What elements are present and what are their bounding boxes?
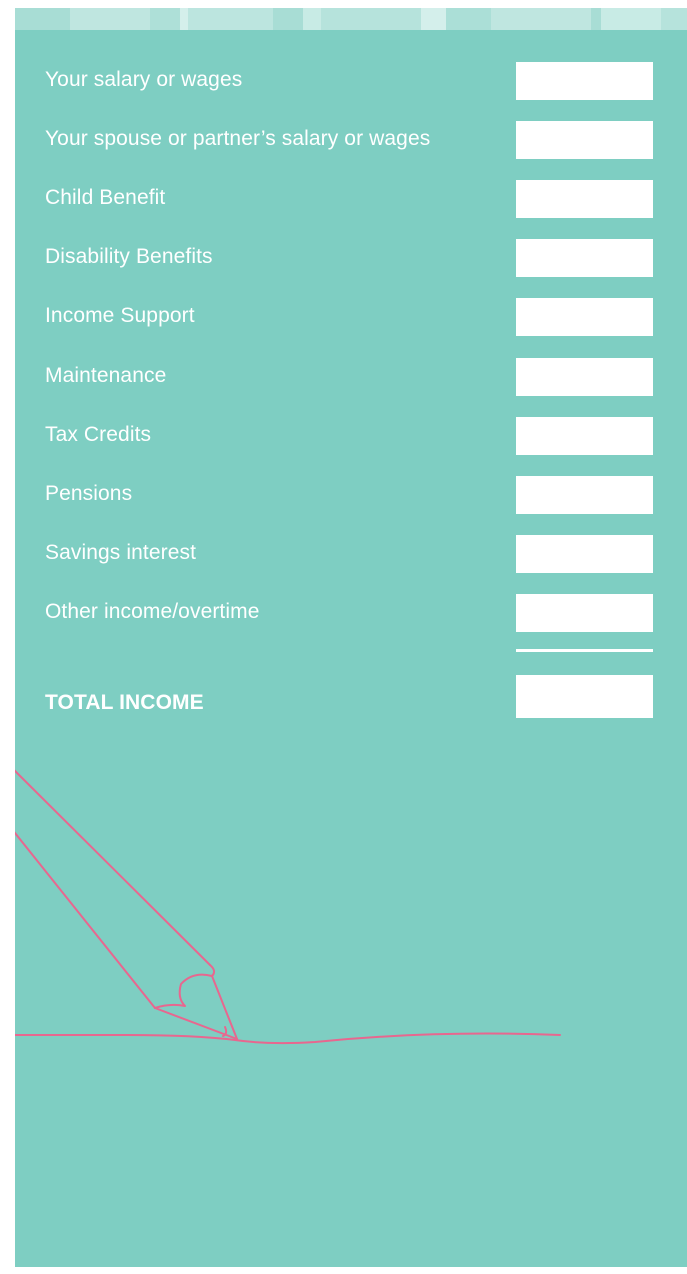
- pencil-drawing-icon: [15, 769, 561, 1045]
- income-worksheet-panel: Your salary or wages Your spouse or part…: [15, 8, 687, 1267]
- signature-line: [15, 1032, 561, 1045]
- pencil-tip-edge-line: [211, 975, 238, 1040]
- pencil-shaving-curve: [154, 973, 213, 1009]
- pencil-end-curve: [209, 964, 216, 977]
- pencil-upper-edge-line: [15, 769, 211, 966]
- pencil-lower-edge-line: [15, 831, 156, 1009]
